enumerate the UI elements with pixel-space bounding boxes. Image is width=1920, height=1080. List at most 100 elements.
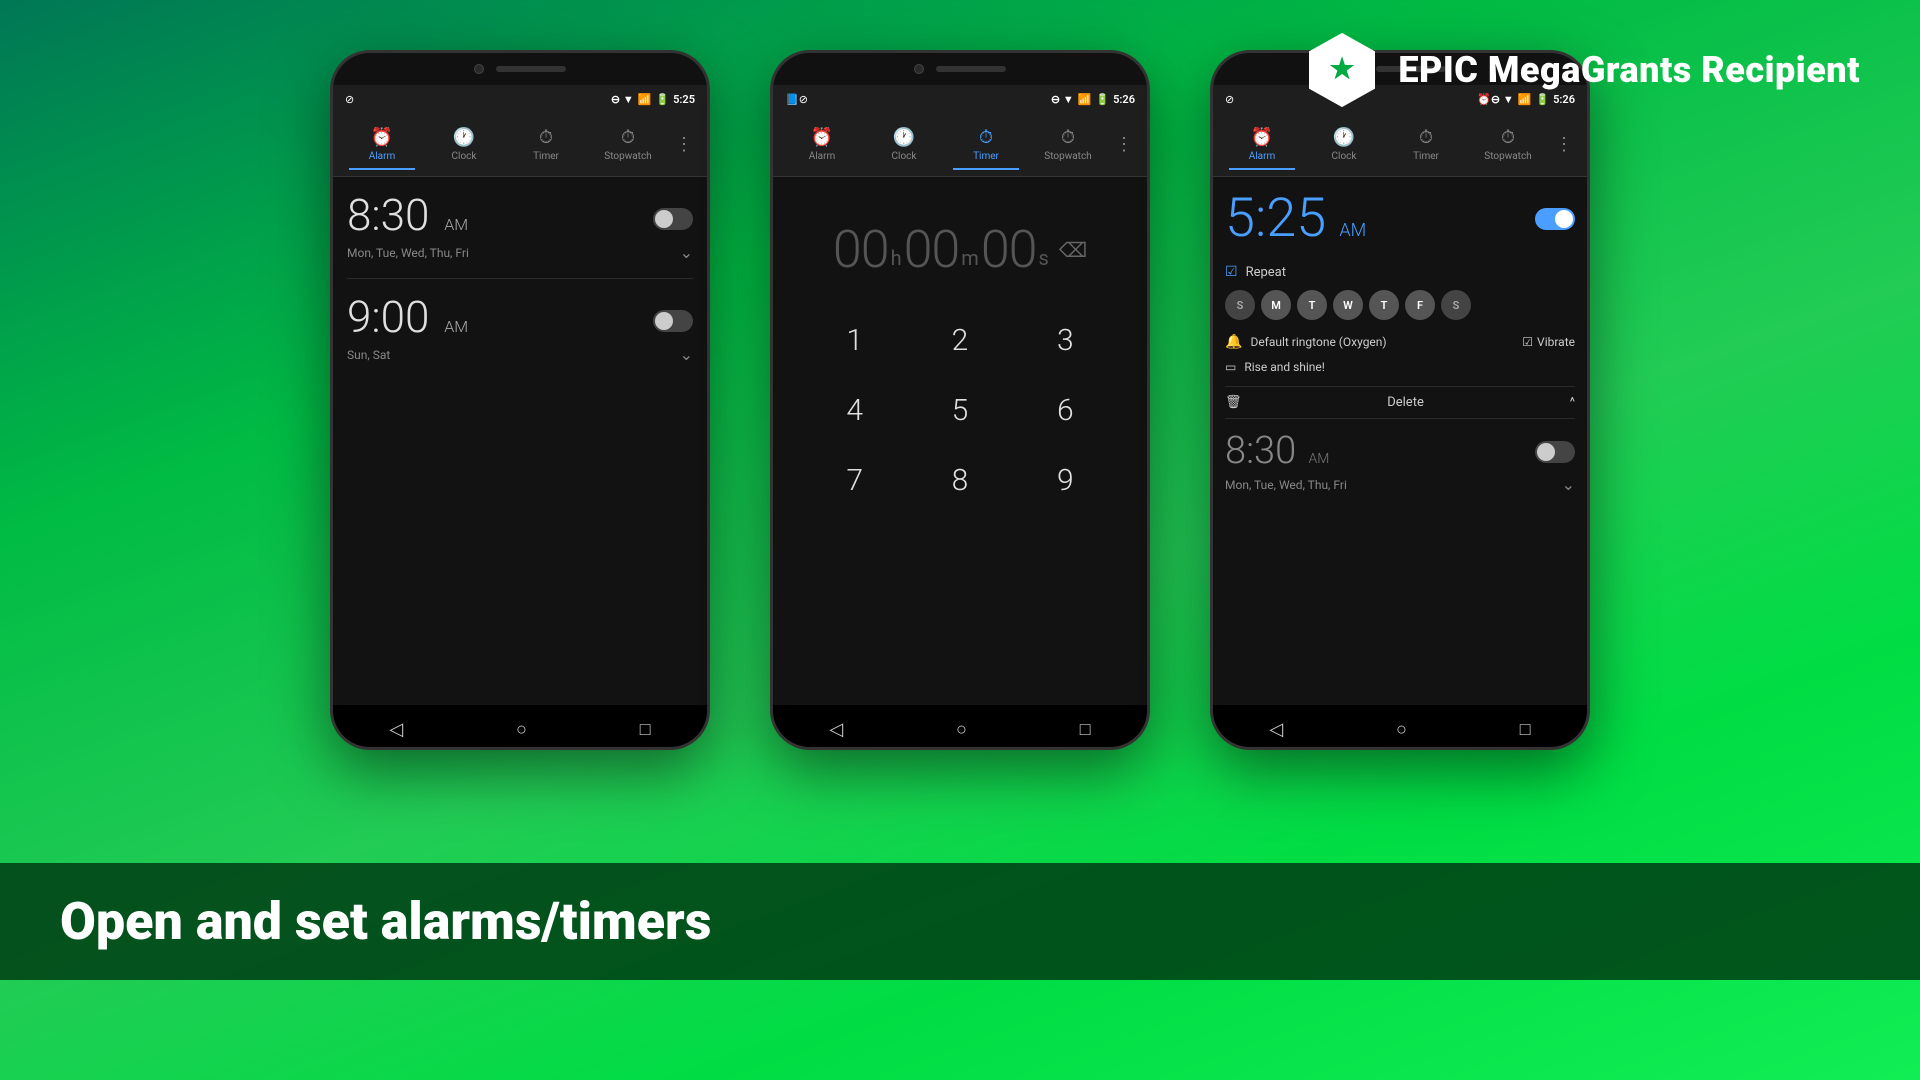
clock-icon-1: 🕐	[453, 127, 475, 148]
nav-tabs-1[interactable]: ⏰ Alarm 🕐 Clock ⏱ Timer ⏱ Stopwatch ⋮	[333, 113, 707, 177]
bottom-banner-text: Open and set alarms/timers	[60, 891, 711, 952]
day-s1[interactable]: S	[1225, 290, 1255, 320]
day-t2[interactable]: T	[1369, 290, 1399, 320]
phone-1-frame: ⊘ ⊖ ▼ 📶 🔋 5:25 ⏰ Alarm 🕐 Clock	[330, 50, 710, 750]
day-w[interactable]: W	[1333, 290, 1363, 320]
home-btn-1[interactable]: ○	[496, 711, 547, 748]
vibrate-label: Vibrate	[1537, 335, 1575, 349]
tab-alarm-1[interactable]: ⏰ Alarm	[341, 119, 423, 170]
repeat-checkbox[interactable]: ☑	[1225, 264, 1238, 280]
recent-btn-2[interactable]: □	[1060, 711, 1111, 748]
backspace-icon[interactable]: ⌫	[1059, 238, 1087, 262]
alarm-expand-1[interactable]: ⌄	[680, 243, 693, 262]
alarm-expand-2[interactable]: ⌄	[680, 345, 693, 364]
status-left-3: ⊘	[1225, 93, 1234, 106]
alarm-time-display-2: 9:00 AM	[347, 291, 468, 343]
label-row: ▭ Rise and shine!	[1225, 360, 1575, 374]
alarm-icon-2: ⏰	[811, 127, 833, 148]
main-time-display: 5:25 AM	[1225, 187, 1366, 250]
status-wifi-2: 📶	[1078, 93, 1092, 106]
numpad-7[interactable]: 7	[807, 450, 902, 510]
alarm-toggle-1[interactable]	[653, 208, 693, 230]
numpad-9[interactable]: 9	[1018, 450, 1113, 510]
alarm-toggle-2[interactable]	[653, 310, 693, 332]
timer-s-suffix: s	[1039, 246, 1049, 280]
back-btn-3[interactable]: ◁	[1249, 711, 1303, 748]
tab-alarm-3[interactable]: ⏰ Alarm	[1221, 119, 1303, 170]
back-btn-1[interactable]: ◁	[369, 711, 423, 748]
ringtone-icon: 🔔	[1225, 334, 1242, 350]
day-s2[interactable]: S	[1441, 290, 1471, 320]
numpad: 1 2 3 4 5 6 7 8 9	[787, 300, 1133, 520]
delete-icon: 🗑	[1225, 395, 1242, 410]
status-icon-1: ⊘	[345, 93, 354, 106]
day-m[interactable]: M	[1261, 290, 1291, 320]
tab-stopwatch-label-3: Stopwatch	[1484, 151, 1531, 162]
repeat-label: Repeat	[1246, 265, 1286, 280]
numpad-1[interactable]: 1	[807, 310, 902, 370]
numpad-8[interactable]: 8	[912, 450, 1007, 510]
alarm-expand-3-2[interactable]: ⌄	[1562, 475, 1575, 494]
phone-speaker-2	[936, 66, 1006, 72]
numpad-4[interactable]: 4	[807, 380, 902, 440]
clock-toggle-row: 5:25 AM	[1225, 187, 1575, 250]
home-btn-3[interactable]: ○	[1376, 711, 1427, 748]
stopwatch-icon-1: ⏱	[621, 127, 635, 148]
back-btn-2[interactable]: ◁	[809, 711, 863, 748]
nav-tabs-2[interactable]: ⏰ Alarm 🕐 Clock ⏱ Timer ⏱ Stopwatch ⋮	[773, 113, 1147, 177]
tab-alarm-2[interactable]: ⏰ Alarm	[781, 119, 863, 170]
alarm-ampm-3-2: AM	[1308, 451, 1329, 467]
phone-top-bar-1	[333, 53, 707, 85]
vibrate-checkbox[interactable]: ☑	[1522, 335, 1533, 349]
phone-3: ⊘ ⏰⊖ ▼ 📶 🔋 5:26 ⏰ Alarm 🕐 Clock	[1210, 50, 1590, 750]
numpad-3[interactable]: 3	[1018, 310, 1113, 370]
alarm-time-value-1: 8:30	[347, 189, 429, 241]
numpad-2[interactable]: 2	[912, 310, 1007, 370]
phone-body-1: 8:30 AM Mon, Tue, Wed, Thu, Fri ⌄	[333, 177, 707, 705]
tab-stopwatch-label-1: Stopwatch	[604, 151, 651, 162]
tab-timer-label-2: Timer	[973, 151, 999, 162]
numpad-5[interactable]: 5	[912, 380, 1007, 440]
tab-stopwatch-1[interactable]: ⏱ Stopwatch	[587, 119, 669, 170]
timer-m-suffix: m	[961, 246, 979, 280]
phone-top-bar-2	[773, 53, 1147, 85]
home-btn-2[interactable]: ○	[936, 711, 987, 748]
alarm-ampm-2: AM	[444, 317, 468, 336]
alarm-icon-1: ⏰	[371, 127, 393, 148]
nav-tabs-3[interactable]: ⏰ Alarm 🕐 Clock ⏱ Timer ⏱ Stopwatch ⋮	[1213, 113, 1587, 177]
alarm-toggle-3-2[interactable]	[1535, 441, 1575, 463]
more-options-2[interactable]: ⋮	[1109, 134, 1139, 155]
tab-stopwatch-3[interactable]: ⏱ Stopwatch	[1467, 119, 1549, 170]
tab-alarm-label-2: Alarm	[809, 151, 836, 162]
more-options-1[interactable]: ⋮	[669, 134, 699, 155]
collapse-icon[interactable]: ^	[1570, 395, 1575, 410]
status-icon-3: ⊘	[1225, 93, 1234, 106]
repeat-row: ☑ Repeat	[1225, 264, 1575, 280]
tab-clock-1[interactable]: 🕐 Clock	[423, 119, 505, 170]
tab-clock-2[interactable]: 🕐 Clock	[863, 119, 945, 170]
numpad-6[interactable]: 6	[1018, 380, 1113, 440]
main-toggle[interactable]	[1535, 208, 1575, 230]
day-f[interactable]: F	[1405, 290, 1435, 320]
timer-hours: 00	[833, 219, 889, 280]
tab-timer-label-1: Timer	[533, 151, 559, 162]
status-bar-1: ⊘ ⊖ ▼ 📶 🔋 5:25	[333, 85, 707, 113]
svg-text:★: ★	[1330, 52, 1355, 85]
tab-stopwatch-2[interactable]: ⏱ Stopwatch	[1027, 119, 1109, 170]
recent-btn-3[interactable]: □	[1500, 711, 1551, 748]
tab-timer-2[interactable]: ⏱ Timer	[945, 119, 1027, 170]
phone-nav-bar-1: ◁ ○ □	[333, 705, 707, 750]
status-signal-2: ⊖ ▼	[1051, 93, 1074, 106]
status-signal-1: ⊖ ▼	[611, 93, 634, 106]
tab-timer-3[interactable]: ⏱ Timer	[1385, 119, 1467, 170]
stopwatch-icon-3: ⏱	[1501, 127, 1515, 148]
tab-timer-1[interactable]: ⏱ Timer	[505, 119, 587, 170]
ringtone-label: Default ringtone (Oxygen)	[1250, 335, 1386, 349]
delete-label: Delete	[1387, 395, 1424, 410]
recent-btn-1[interactable]: □	[620, 711, 671, 748]
day-t1[interactable]: T	[1297, 290, 1327, 320]
more-options-3[interactable]: ⋮	[1549, 134, 1579, 155]
tab-clock-label-2: Clock	[892, 151, 917, 162]
alarm-days-3-2: Mon, Tue, Wed, Thu, Fri	[1225, 478, 1347, 492]
tab-clock-3[interactable]: 🕐 Clock	[1303, 119, 1385, 170]
